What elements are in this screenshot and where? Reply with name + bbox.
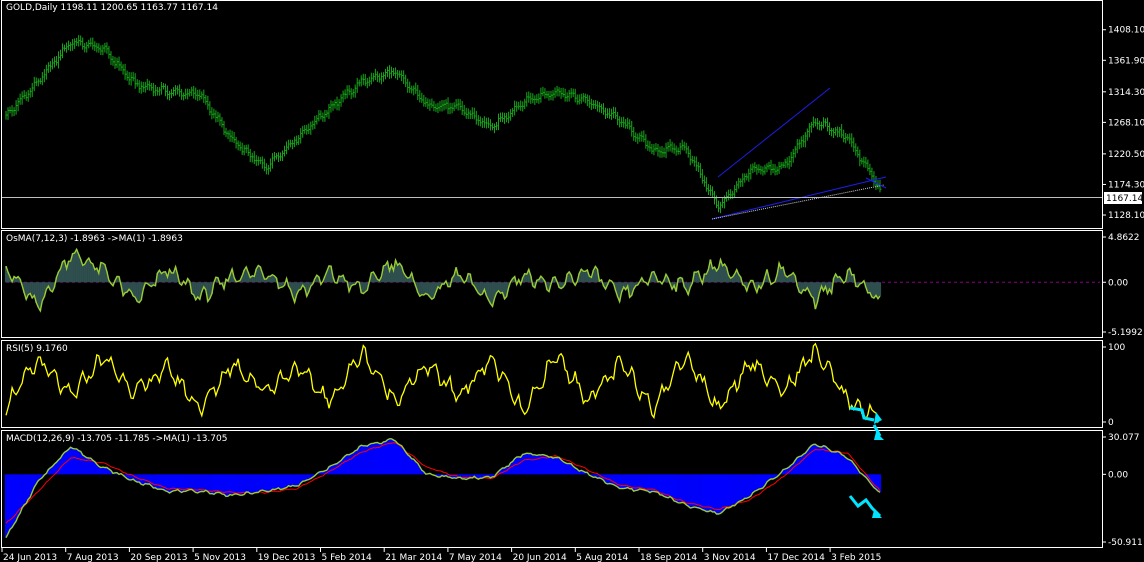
rsi-pane-title: RSI(5) 9.1760 [6, 344, 68, 354]
y-tick-label: 1174.30 [1108, 180, 1144, 190]
macd-pane-title: MACD(12,26,9) -13.705 -11.785 ->MA(1) -1… [6, 434, 227, 444]
y-tick-label: 1314.30 [1108, 88, 1144, 98]
y-tick-label: 1361.90 [1108, 56, 1144, 66]
y-tick-label: 1408.10 [1108, 26, 1144, 36]
x-tick-label: 5 Nov 2013 [194, 553, 246, 562]
y-tick-label: -5.1992 [1108, 328, 1143, 338]
y-tick-label: 30.077 [1108, 433, 1140, 443]
x-tick-label: 5 Aug 2014 [576, 553, 628, 562]
price-pane-title: GOLD,Daily 1198.11 1200.65 1163.77 1167.… [6, 3, 218, 13]
x-tick-label: 19 Dec 2013 [258, 553, 316, 562]
osma-pane-title: OsMA(7,12,3) -1.8963 ->MA(1) -1.8963 [6, 234, 183, 244]
trading-chart: 1408.10 1361.90 1314.30 1268.10 1220.50 1174.… [0, 0, 1144, 562]
x-tick-label: 7 Aug 2013 [67, 553, 119, 562]
x-tick-label: 21 Mar 2014 [385, 553, 442, 562]
y-tick-label: 0.00 [1108, 278, 1128, 288]
y-tick-label: 0 [1108, 418, 1114, 428]
current-price-label: 1167.14 [1106, 194, 1143, 204]
y-tick-label: 1128.10 [1108, 211, 1144, 221]
x-tick-label: 7 May 2014 [449, 553, 502, 562]
x-tick-label: 5 Feb 2014 [322, 553, 373, 562]
x-tick-label: 20 Jun 2014 [513, 553, 567, 562]
x-tick-label: 18 Sep 2014 [640, 553, 697, 562]
y-tick-label: 100 [1108, 343, 1125, 353]
x-tick-label: 20 Sep 2013 [130, 553, 187, 562]
x-tick-label: 17 Dec 2014 [767, 553, 825, 562]
y-tick-label: 1220.50 [1108, 150, 1144, 160]
x-tick-label: 3 Feb 2015 [831, 553, 881, 562]
x-tick-label: 24 Jun 2013 [3, 553, 57, 562]
y-tick-label: 1268.10 [1108, 118, 1144, 128]
y-tick-label: 4.8622 [1108, 233, 1140, 243]
y-tick-label: -50.911 [1108, 538, 1143, 548]
x-tick-label: 3 Nov 2014 [704, 553, 756, 562]
y-tick-label: 0.00 [1108, 470, 1128, 480]
